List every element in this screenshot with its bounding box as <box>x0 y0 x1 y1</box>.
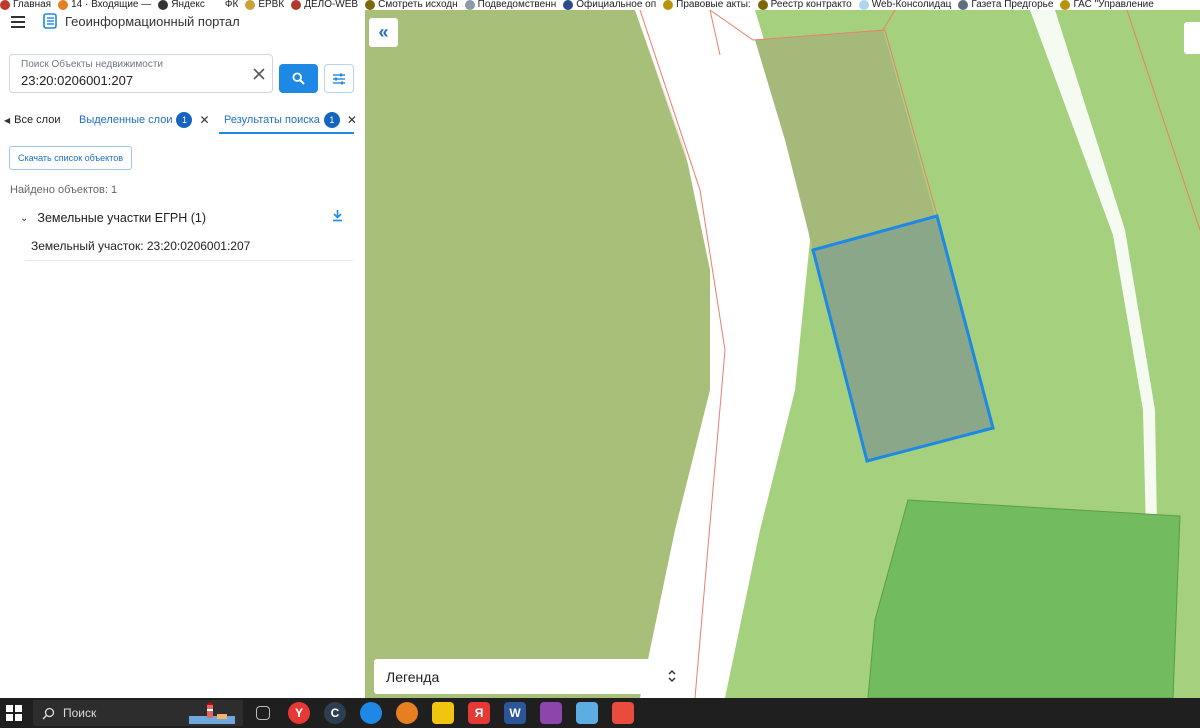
download-list-button[interactable]: Скачать список объектов <box>9 146 132 170</box>
expand-collapse-icon[interactable] <box>667 668 677 684</box>
bookmark-label: Смотреть исходн <box>378 0 458 10</box>
cloud-icon <box>858 0 869 10</box>
file-explorer-icon[interactable] <box>432 702 454 724</box>
flag-icon <box>0 0 10 10</box>
map-view[interactable] <box>365 10 1200 698</box>
bookmark-item[interactable]: Яндекс <box>158 0 205 10</box>
bookmark-label: Web-Консолидац <box>871 0 952 10</box>
tab-search-results[interactable]: Результаты поиска 1 ✕ <box>224 107 357 133</box>
bookmark-label: 14 · Входящие — <box>71 0 152 10</box>
legend-panel[interactable]: Легенда <box>374 659 691 694</box>
bookmark-label: Подведомственн <box>477 0 557 10</box>
bookmark-item[interactable]: Газета Предгорье <box>958 0 1053 10</box>
search-field[interactable]: Поиск Объекты недвижимости <box>9 54 273 93</box>
result-group-title: Земельные участки ЕГРН (1) <box>37 211 206 225</box>
filter-sliders-icon <box>333 73 345 84</box>
green-parcel[interactable] <box>867 499 1181 698</box>
yandex-icon[interactable]: Я <box>468 702 490 724</box>
legend-label: Легенда <box>386 668 440 685</box>
layer-tabs: ◀ Все слои Выделенные слои 1 ✕ Результат… <box>0 107 365 134</box>
emblem-icon <box>245 0 256 10</box>
map-control-button[interactable] <box>1184 22 1200 54</box>
firefox-icon[interactable] <box>396 702 418 724</box>
bookmark-label: Главная <box>13 0 52 10</box>
portal-logo-icon <box>43 13 57 29</box>
bookmark-item[interactable]: Главная <box>0 0 51 10</box>
emblem-icon <box>757 0 768 10</box>
mail-icon <box>58 0 69 10</box>
tab-all-layers[interactable]: ◀ Все слои <box>4 107 60 133</box>
emblem-icon <box>464 0 475 10</box>
bookmark-item[interactable]: ДЕЛО-WEB <box>291 0 358 10</box>
result-list-item[interactable]: Земельный участок: 23:20:0206001:207 <box>25 232 353 261</box>
windows-start-icon[interactable] <box>6 705 22 721</box>
emblem-icon <box>291 0 302 10</box>
close-results-tab-icon[interactable]: ✕ <box>347 113 357 127</box>
clear-search-icon[interactable] <box>252 67 266 81</box>
bookmark-item[interactable]: ФК <box>211 0 239 10</box>
ccleaner-icon[interactable]: C <box>324 702 346 724</box>
yandex-browser-icon[interactable]: Y <box>288 702 310 724</box>
active-tab-indicator <box>219 132 354 134</box>
tab-all-layers-label: Все слои <box>14 114 61 126</box>
flag-icon <box>563 0 574 10</box>
close-selected-tab-icon[interactable]: ✕ <box>199 113 209 127</box>
folder-icon <box>211 0 222 10</box>
bookmark-label: ФК <box>224 0 239 10</box>
bookmark-item[interactable]: Подведомственн <box>464 0 557 10</box>
bookmark-item[interactable]: ГАС "Управление <box>1060 0 1154 10</box>
bookmark-item[interactable]: Правовые акты: <box>663 0 751 10</box>
taskbar-search-placeholder: Поиск <box>63 706 97 720</box>
filter-button[interactable] <box>324 64 354 93</box>
bookmark-label: ДЕЛО-WEB <box>304 0 359 10</box>
found-count: Найдено объектов: 1 <box>10 184 118 196</box>
bookmark-label: Яндекс <box>171 0 205 10</box>
task-view-icon[interactable] <box>256 706 270 720</box>
bookmark-label: Официальное оп <box>576 0 657 10</box>
bookmark-item[interactable]: Смотреть исходн <box>365 0 458 10</box>
page-icon <box>365 0 376 10</box>
map-canvas[interactable] <box>365 10 1200 698</box>
taskbar-search[interactable]: Поиск <box>33 700 243 726</box>
bookmark-item[interactable]: Официальное оп <box>563 0 656 10</box>
hamburger-menu-icon[interactable] <box>11 16 25 28</box>
bookmark-item[interactable]: ЕРВК <box>245 0 284 10</box>
bookmark-label: Правовые акты: <box>676 0 751 10</box>
search-input[interactable] <box>21 73 241 88</box>
app-title: Геоинформационный портал <box>65 14 240 29</box>
bookmark-item[interactable]: 14 · Входящие — <box>58 0 151 10</box>
results-count-badge: 1 <box>323 112 340 128</box>
tab-selected-label: Выделенные слои <box>79 114 173 126</box>
bookmark-item[interactable]: Реестр контракто <box>757 0 852 10</box>
collapse-panel-button[interactable]: « <box>369 18 398 47</box>
emblem-icon <box>663 0 674 10</box>
winrar-icon[interactable] <box>540 702 562 724</box>
tab-selected-layers[interactable]: Выделенные слои 1 ✕ <box>79 107 210 133</box>
selected-count-badge: 1 <box>176 112 193 128</box>
lighthouse-illustration-icon <box>189 702 235 724</box>
edge-icon[interactable] <box>360 702 382 724</box>
tab-results-label: Результаты поиска <box>224 114 320 126</box>
search-icon <box>292 72 305 85</box>
page-icon <box>958 0 969 10</box>
taskbar: Поиск YC ЯW <box>0 698 1200 728</box>
chevron-left-icon[interactable]: ◀ <box>4 116 10 125</box>
word-icon[interactable]: W <box>504 702 526 724</box>
emblem-icon <box>1060 0 1071 10</box>
chevron-down-icon[interactable]: ⌄ <box>20 213 28 224</box>
search-icon <box>42 707 55 720</box>
bookmark-label: Реестр контракто <box>770 0 852 10</box>
bookmark-item[interactable]: Web-Консолидац <box>858 0 952 10</box>
result-group-header[interactable]: ⌄ Земельные участки ЕГРН (1) <box>20 209 350 227</box>
download-icon[interactable] <box>332 209 343 222</box>
search-button[interactable] <box>279 64 318 93</box>
bookmark-label: Газета Предгорье <box>971 0 1054 10</box>
plus-icon <box>158 0 169 10</box>
search-label: Поиск Объекты недвижимости <box>21 59 163 70</box>
bookmark-label: ЕРВК <box>258 0 285 10</box>
bookmarks-bar: Главная 14 · Входящие — Яндекс ФК ЕРВК ДЕЛО-W… <box>0 0 1200 10</box>
notes-icon[interactable] <box>576 702 598 724</box>
bookmark-label: ГАС "Управление <box>1073 0 1154 10</box>
app-red-icon[interactable] <box>612 702 634 724</box>
